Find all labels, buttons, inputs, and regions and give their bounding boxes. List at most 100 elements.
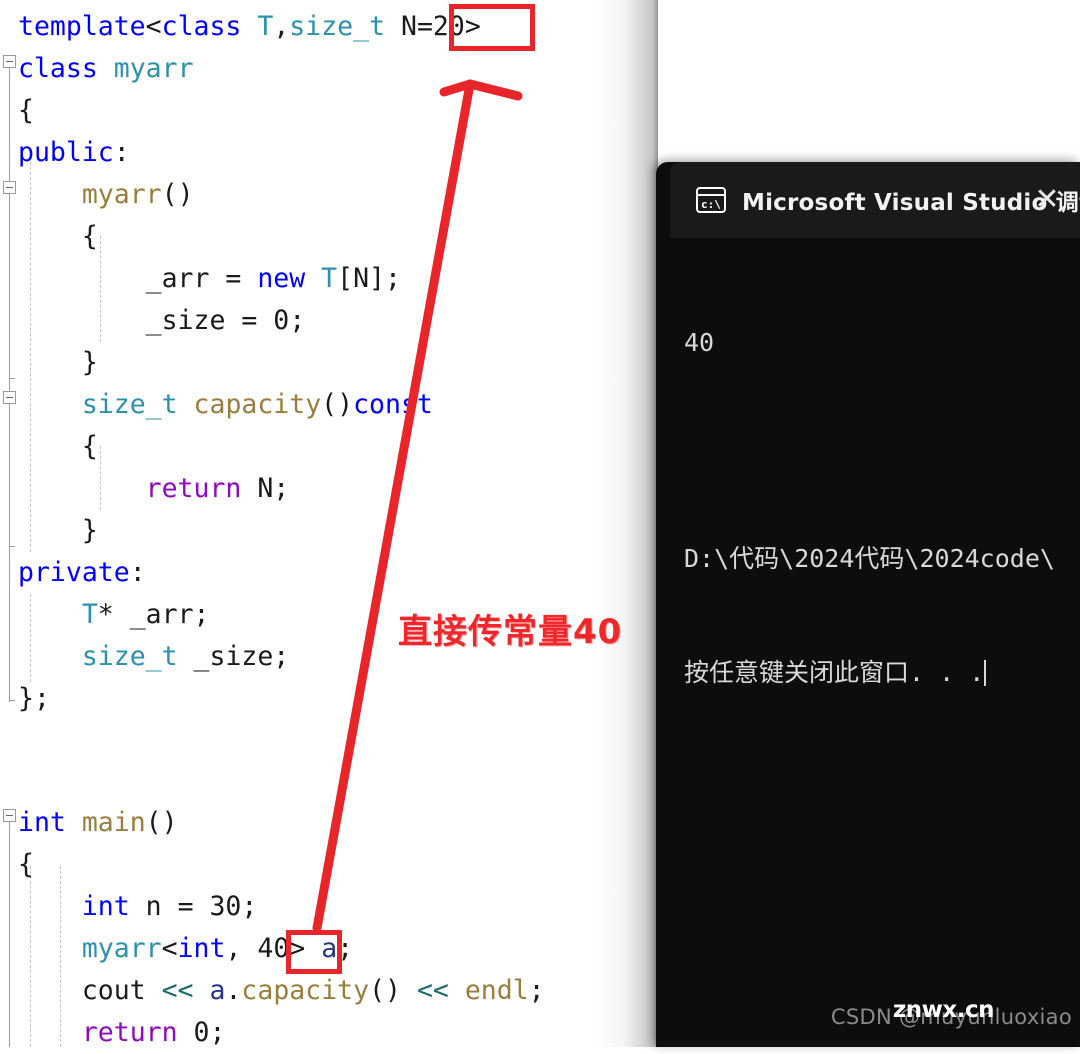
fold-guide-class (9, 68, 10, 552)
code-token: () (161, 179, 194, 210)
code-token: myarr (113, 53, 194, 84)
code-line: int main() (18, 802, 178, 844)
call-arg-box (286, 930, 342, 974)
code-token: main (81, 807, 146, 838)
console-titlebar[interactable]: c:\ Microsoft Visual Studio 调试控 ✕ (670, 162, 1080, 238)
fold-guide-class-tail (9, 552, 10, 702)
code-line: myarr() (18, 174, 194, 216)
fold-guide-main (9, 822, 10, 1047)
code-token: private (18, 557, 130, 588)
code-token: const (353, 389, 433, 420)
code-line: }; (18, 678, 50, 720)
code-line: { (18, 90, 34, 132)
code-token: T (81, 599, 98, 630)
code-token: < (145, 11, 162, 42)
code-line: template<class T,size_t N=20> (18, 6, 481, 48)
fold-toggle-ctor[interactable] (3, 181, 16, 194)
code-token: () (321, 389, 354, 420)
code-line: cout << a.capacity() << endl; (18, 970, 545, 1012)
code-token: , (273, 11, 290, 42)
code-line: size_t capacity()const (18, 384, 433, 426)
code-token: N; (241, 473, 290, 504)
fold-toggle-capacity[interactable] (3, 391, 16, 404)
console-line-output: 40 (684, 328, 715, 357)
code-token: : (113, 137, 130, 168)
code-token: public (18, 137, 114, 168)
code-line: { (18, 844, 34, 886)
code-token: T (321, 263, 338, 294)
code-line: _arr = new T[N]; (18, 258, 401, 300)
code-token: [N]; (337, 263, 401, 294)
code-line: size_t _size; (18, 636, 289, 678)
console-prompt-text: 按任意键关闭此窗口. . . (684, 658, 985, 687)
fold-toggle-class[interactable] (3, 55, 16, 68)
code-token: < (161, 933, 178, 964)
code-token: new (257, 263, 306, 294)
close-icon[interactable]: ✕ (1030, 184, 1064, 218)
annotation-label: 直接传常量40 (398, 612, 623, 652)
code-line: int n = 30; (18, 886, 258, 928)
code-token: class (161, 11, 242, 42)
code-token: () (145, 807, 178, 838)
code-line: T* _arr; (18, 594, 210, 636)
console-line-prompt: 按任意键关闭此窗口. . . (670, 654, 1080, 692)
code-line: { (18, 426, 98, 468)
console-window[interactable]: c:\ Microsoft Visual Studio 调试控 ✕ 40 D:\… (656, 162, 1080, 1047)
code-token: { (18, 95, 34, 126)
code-line: return N; (18, 468, 290, 510)
code-token: size_t (81, 389, 178, 420)
code-token: int (177, 933, 226, 964)
code-token: capacity (241, 975, 370, 1006)
code-token: return (81, 1017, 178, 1048)
console-caret (984, 660, 987, 686)
code-token: { (18, 849, 34, 880)
fold-toggle-main[interactable] (3, 809, 16, 822)
console-output[interactable]: 40 D:\代码\2024代码\2024code\ 按任意键关闭此窗口. . . (670, 238, 1080, 1047)
code-token: return (145, 473, 242, 504)
code-line: _size = 0; (18, 300, 306, 342)
code-token: * _arr; (97, 599, 210, 630)
code-token: myarr (81, 933, 162, 964)
code-line: public: (18, 132, 130, 174)
code-token: int (81, 891, 130, 922)
code-line: } (18, 510, 98, 552)
code-token: T (257, 11, 274, 42)
code-token: << (161, 975, 194, 1006)
code-token: _size = 0; (18, 305, 306, 336)
console-window-icon: c:\ (696, 187, 726, 213)
code-token: () (369, 975, 417, 1006)
code-token: int (18, 807, 66, 838)
watermark-logo: znwx.cn (892, 997, 995, 1023)
code-token: { (18, 221, 98, 252)
code-token: } (18, 347, 98, 378)
code-token: << (416, 975, 449, 1006)
code-token: }; (18, 683, 50, 714)
code-token: capacity (193, 389, 322, 420)
console-line-path: D:\代码\2024代码\2024code\ (684, 544, 1055, 573)
code-token: _size; (177, 641, 290, 672)
code-token: . (225, 975, 242, 1006)
code-token: myarr (81, 179, 162, 210)
code-token: cout (18, 975, 162, 1006)
code-line: class myarr (18, 48, 194, 90)
fold-end-ctor (9, 378, 15, 379)
code-token: } (18, 515, 98, 546)
code-line: } (18, 342, 98, 384)
page-edge-shadow (596, 0, 658, 1047)
code-token: : (129, 557, 146, 588)
